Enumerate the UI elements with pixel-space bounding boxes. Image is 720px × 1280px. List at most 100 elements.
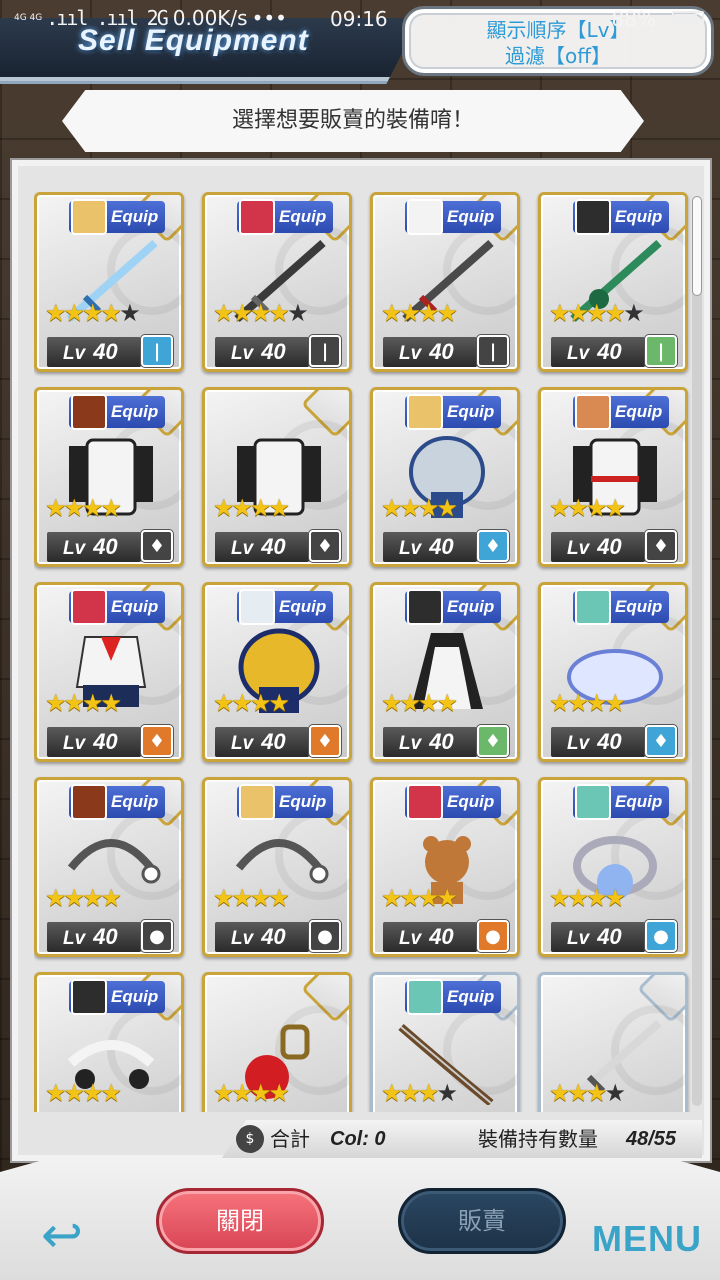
rarity-stars: ★★★★★ xyxy=(549,299,645,327)
level-label: Lv 40 xyxy=(383,532,477,562)
star-icon: ★ xyxy=(100,299,122,327)
character-avatar xyxy=(575,199,611,235)
equipment-card[interactable]: ★★★★ xyxy=(202,972,352,1112)
level-label: Lv 40 xyxy=(47,922,141,952)
star-icon: ★ xyxy=(250,494,271,522)
equipment-card[interactable]: Equip ★★★★★ Lv 40 | xyxy=(538,192,688,372)
scrollbar-thumb[interactable] xyxy=(692,196,702,296)
equipment-grid[interactable]: Equip ★★★★★ Lv 40 | Equip ★★★★★ Lv 40 | Equip ★★★★ L… xyxy=(34,192,694,1112)
close-button[interactable]: 關閉 xyxy=(156,1188,324,1254)
equipment-card[interactable]: Equip ★★★★ Lv 40 ♦ xyxy=(34,582,184,762)
clock: 09:16 xyxy=(330,7,388,31)
level-label: Lv 40 xyxy=(551,727,645,757)
level-label: Lv 40 xyxy=(215,337,309,367)
battery-percent: 88% xyxy=(611,7,656,31)
owned-count-label: 裝備持有數量 xyxy=(478,1127,598,1151)
equipment-card[interactable]: Equip ★★★★ Lv 40 ♦ xyxy=(538,387,688,567)
character-avatar xyxy=(575,589,611,625)
equipment-card[interactable]: ★★★★ xyxy=(538,972,688,1112)
equipment-card[interactable]: ★★★★ Lv 40 ♦ xyxy=(202,387,352,567)
star-icon: ★ xyxy=(250,299,271,327)
star-icon: ★ xyxy=(231,299,253,327)
star-icon: ★ xyxy=(213,884,234,912)
back-arrow-icon[interactable]: ↩ xyxy=(22,1205,102,1265)
sword-icon: | xyxy=(477,335,509,367)
star-icon: ★ xyxy=(119,299,140,327)
signal-icon: .ııl .ııl 2G xyxy=(46,6,168,30)
rarity-stars: ★★★★ xyxy=(45,1079,122,1107)
star-icon: ★ xyxy=(45,299,66,327)
equipment-card[interactable]: Equip ★★★★ Lv 40 ♦ xyxy=(370,582,520,762)
star-icon: ★ xyxy=(268,494,290,522)
star-icon: ★ xyxy=(399,1079,421,1107)
star-icon: ★ xyxy=(567,299,589,327)
rarity-stars: ★★★★ xyxy=(549,689,626,717)
equipment-card[interactable]: Equip ★★★★ Lv 40 ♦ xyxy=(538,582,688,762)
level-value: 40 xyxy=(429,924,454,949)
equipment-card[interactable]: Equip ★★★★ Lv 40 ♦ xyxy=(370,387,520,567)
star-icon: ★ xyxy=(82,884,103,912)
equipment-card[interactable]: Equip ★★★★★ Lv 40 | xyxy=(202,192,352,372)
scrollbar[interactable] xyxy=(692,196,702,1106)
star-icon: ★ xyxy=(399,494,421,522)
character-avatar xyxy=(71,394,107,430)
level-value: 40 xyxy=(429,339,454,364)
character-avatar xyxy=(407,394,443,430)
star-icon: ★ xyxy=(381,689,402,717)
star-icon: ★ xyxy=(45,884,66,912)
level-label: Lv 40 xyxy=(551,337,645,367)
star-icon: ★ xyxy=(399,689,421,717)
star-icon: ★ xyxy=(586,689,607,717)
col-total: Col: 0 xyxy=(330,1128,386,1150)
equipment-card[interactable]: Equip ★★★★ Lv 40 ● xyxy=(34,777,184,957)
star-icon: ★ xyxy=(567,884,589,912)
equipment-card[interactable]: Equip ★★★★ xyxy=(370,972,520,1112)
rarity-stars: ★★★★ xyxy=(213,494,290,522)
level-label: Lv 40 xyxy=(551,922,645,952)
rarity-stars: ★★★★ xyxy=(549,1079,626,1107)
star-icon: ★ xyxy=(213,494,234,522)
accessory-icon: ● xyxy=(477,920,509,952)
rarity-stars: ★★★★ xyxy=(213,1079,290,1107)
character-avatar xyxy=(239,199,275,235)
level-label: Lv 40 xyxy=(215,922,309,952)
menu-button[interactable]: MENU xyxy=(592,1218,702,1260)
rarity-stars: ★★★★ xyxy=(213,689,290,717)
equipment-card[interactable]: Equip ★★★★ Lv 40 ● xyxy=(202,777,352,957)
star-icon: ★ xyxy=(381,1079,402,1107)
character-avatar xyxy=(407,784,443,820)
star-icon: ★ xyxy=(213,299,234,327)
equipment-card[interactable]: Equip ★★★★★ Lv 40 | xyxy=(34,192,184,372)
equipment-card[interactable]: Equip ★★★★ Lv 40 ● xyxy=(370,777,520,957)
accessory-icon: ● xyxy=(645,920,677,952)
star-icon: ★ xyxy=(82,299,103,327)
network-speed: 0.00K/s xyxy=(172,6,248,30)
star-icon: ★ xyxy=(549,689,570,717)
star-icon: ★ xyxy=(63,494,85,522)
equipment-card[interactable]: Equip ★★★★ Lv 40 ● xyxy=(538,777,688,957)
star-icon: ★ xyxy=(82,1079,103,1107)
sell-button[interactable]: 販賣 xyxy=(398,1188,566,1254)
armor-icon: ♦ xyxy=(141,530,173,562)
armor-icon: ♦ xyxy=(141,725,173,757)
star-icon: ★ xyxy=(586,299,607,327)
star-icon: ★ xyxy=(231,1079,253,1107)
rarity-stars: ★★★★ xyxy=(45,884,122,912)
accessory-icon: ● xyxy=(309,920,341,952)
rarity-stars: ★★★★ xyxy=(45,494,122,522)
accessory-icon: ● xyxy=(141,920,173,952)
star-icon: ★ xyxy=(418,1079,439,1107)
equipment-card[interactable]: Equip ★★★★ Lv 40 ♦ xyxy=(202,582,352,762)
level-value: 40 xyxy=(597,339,622,364)
character-avatar xyxy=(239,589,275,625)
armor-icon: ♦ xyxy=(309,725,341,757)
rarity-stars: ★★★★ xyxy=(381,1079,458,1107)
level-value: 40 xyxy=(429,729,454,754)
equipment-card[interactable]: Equip ★★★★ Lv 40 ♦ xyxy=(34,387,184,567)
armor-icon: ♦ xyxy=(309,530,341,562)
equipment-card[interactable]: Equip ★★★★ Lv 40 | xyxy=(370,192,520,372)
equipment-card[interactable]: Equip ★★★★ xyxy=(34,972,184,1112)
star-icon: ★ xyxy=(549,299,570,327)
level-label: Lv 40 xyxy=(383,922,477,952)
star-icon: ★ xyxy=(381,299,402,327)
